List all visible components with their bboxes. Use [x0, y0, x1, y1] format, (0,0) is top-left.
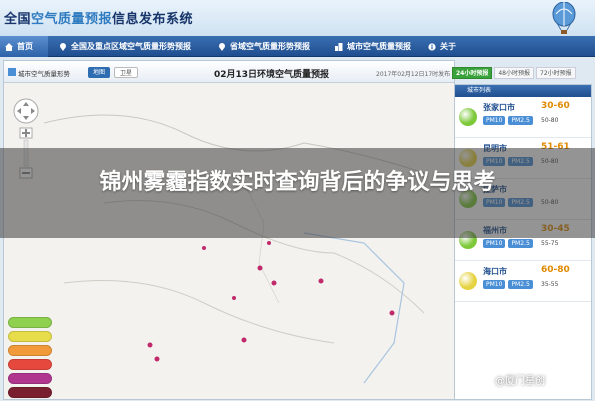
app-title-prefix: 全国	[4, 12, 32, 27]
legend-item-good	[8, 317, 52, 328]
city-icon	[335, 42, 343, 51]
nav-item-province-forecast[interactable]: 省域空气质量形势预报	[213, 36, 315, 57]
nav-item-city-forecast[interactable]: 城市空气质量预报	[330, 36, 416, 57]
map-city-markers[interactable]	[147, 241, 395, 362]
aqi-status-icon	[459, 272, 477, 290]
nav-item-label: 首页	[17, 42, 33, 51]
legend-item-light	[8, 345, 52, 356]
map-timestamp: 2017年02月12日17时发布	[376, 71, 451, 78]
pollutant-chips: PM10PM2.5	[483, 280, 533, 289]
map-type-icon	[8, 68, 16, 76]
pollutant-chip: PM10	[483, 239, 506, 248]
satellite-view-button[interactable]: 卫星	[114, 67, 139, 78]
tab-72h[interactable]: 72小时预报	[536, 67, 576, 79]
city-name: 张家口市	[483, 103, 515, 112]
city-row[interactable]: 海口市 60-80 PM10 PM2.5 35-55	[455, 262, 591, 302]
nav-item-label: 关于	[440, 42, 456, 51]
legend-item-moderate	[8, 331, 52, 342]
location-icon	[219, 42, 225, 51]
pollutant-chip: PM10	[483, 116, 506, 125]
app-title-highlight: 空气质量预报	[31, 12, 113, 27]
headline-text: 锦州雾霾指数实时查询背后的争议与思考	[99, 170, 496, 195]
legend-item-severe	[8, 387, 52, 398]
aqi-status-icon	[459, 108, 477, 126]
legend-item-medium	[8, 359, 52, 370]
map-view-button[interactable]: 地图	[88, 67, 111, 78]
city-list-panel: 城市列表 张家口市30-60PM10PM2.550-80昆明市51-61PM10…	[454, 84, 592, 400]
nav-item-about[interactable]: 关于	[423, 36, 461, 57]
pollutant-chip: PM2.5	[508, 116, 533, 125]
home-icon	[5, 42, 13, 51]
map-heading: 02月13日环境空气质量预报	[214, 70, 330, 80]
map-toolbar: 城市空气质量形势 地图 卫星 02月13日环境空气质量预报 2017年02月12…	[4, 61, 454, 83]
aqi-legend	[8, 317, 52, 401]
watermark: @厦门星创	[495, 376, 545, 387]
pollutant-chip: PM2.5	[508, 280, 533, 289]
nav-item-label: 城市空气质量预报	[347, 42, 411, 51]
forecast-tabs: 24小时预报 48小时预报 72小时预报	[452, 67, 576, 79]
map-toolbar-label: 城市空气质量形势	[18, 70, 70, 78]
tab-48h[interactable]: 48小时预报	[494, 67, 534, 79]
nav-item-national-forecast[interactable]: 全国及重点区域空气质量形势预报	[54, 36, 196, 57]
legend-item-heavy	[8, 373, 52, 384]
pollutant-chips: PM10PM2.5	[483, 116, 533, 125]
pollutant-chips: PM10PM2.5	[483, 239, 533, 248]
location-icon	[60, 42, 66, 51]
app-header: 全国空气质量预报信息发布系统	[0, 0, 595, 36]
city-aqi-range: 30-60	[541, 101, 570, 111]
pollutant-range: 55-75	[541, 240, 559, 247]
balloon-logo-icon	[552, 2, 576, 34]
city-list-title: 城市列表	[467, 87, 492, 94]
city-aqi-range: 60-80	[541, 265, 570, 275]
nav-item-home[interactable]: 首页	[0, 36, 48, 57]
nav-item-label: 全国及重点区域空气质量形势预报	[71, 42, 191, 51]
info-icon	[428, 42, 436, 51]
app-title-suffix: 信息发布系统	[112, 12, 194, 27]
map-canvas[interactable]	[4, 83, 454, 399]
city-name: 海口市	[483, 267, 507, 276]
city-list-header: 城市列表	[455, 85, 591, 97]
pollutant-chip: PM2.5	[508, 239, 533, 248]
main-nav: 首页 全国及重点区域空气质量形势预报 省域空气质量形势预报 城市空气质量预报 关…	[0, 36, 595, 57]
app-title: 全国空气质量预报信息发布系统	[4, 8, 193, 27]
pollutant-chip: PM10	[483, 280, 506, 289]
map-geography	[13, 98, 425, 384]
pollutant-range: 50-80	[541, 117, 559, 124]
city-row[interactable]: 张家口市 30-60 PM10 PM2.5 50-80	[455, 98, 591, 138]
tab-24h[interactable]: 24小时预报	[452, 67, 493, 79]
nav-item-label: 省域空气质量形势预报	[230, 42, 310, 51]
pollutant-range: 35-55	[541, 281, 559, 288]
